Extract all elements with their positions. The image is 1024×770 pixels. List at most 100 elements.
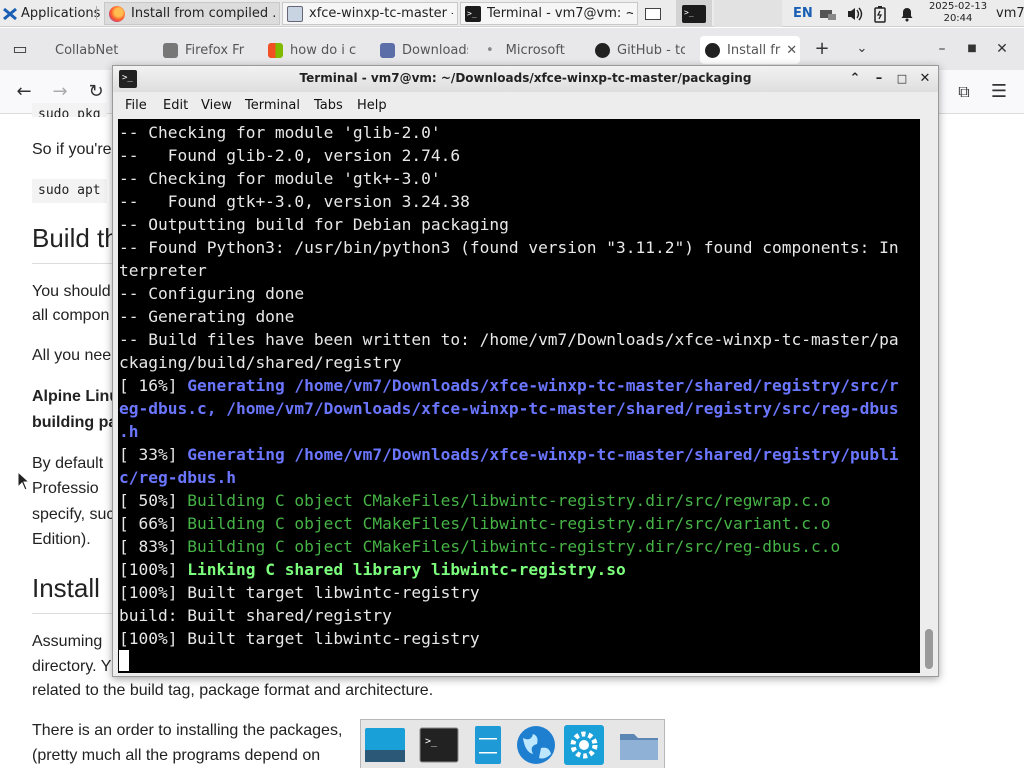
browser-tab-collabnet[interactable]: CollabNet <box>55 36 150 64</box>
terminal-output[interactable]: -- Checking for module 'glib-2.0' -- Foun… <box>118 119 920 673</box>
terminal-text-segment: Building C object CMakeFiles/libwintc-re… <box>187 514 831 533</box>
web-browser-globe-icon[interactable] <box>515 724 557 766</box>
terminal-text-segment: ckaging/build/shared/registry <box>119 353 402 372</box>
applications-menu[interactable]: Applications <box>2 0 100 27</box>
minimize-button[interactable]: – <box>930 37 954 61</box>
mouse-pointer-icon <box>17 470 31 496</box>
paragraph: You should <box>32 283 111 300</box>
terminal-line: [100%] Built target libwintc-registry <box>119 581 899 604</box>
code-snippet: sudo pkg <box>32 103 107 117</box>
forward-arrow-icon[interactable]: → <box>48 80 72 104</box>
xfce-mouse-icon <box>3 7 17 20</box>
applications-label: Applications <box>21 6 101 21</box>
tab-list-chevron-down-icon[interactable]: ⌄ <box>850 37 874 61</box>
browser-tab-howdoi[interactable]: how do i c <box>268 36 358 64</box>
menu-help[interactable]: Help <box>357 98 387 113</box>
terminal-text-segment: [100%] <box>119 560 188 579</box>
workspace-1[interactable] <box>645 0 665 27</box>
terminal-text-segment: [100%] Built target libwintc-registry <box>119 583 480 602</box>
terminal-titlebar[interactable]: Terminal - vm7@vm: ~/Downloads/xfce-winx… <box>113 66 938 92</box>
taskbar-item-folder[interactable]: xfce-winxp-tc-master -... <box>282 2 458 25</box>
close-button[interactable]: ✕ <box>916 70 934 88</box>
firefox-icon <box>109 5 125 22</box>
hamburger-menu-icon[interactable]: ☰ <box>987 80 1011 104</box>
terminal-text-segment: -- Found Python3: /usr/bin/python3 (foun… <box>119 238 899 257</box>
clock[interactable]: 2025-02-13 20:44 <box>928 1 988 25</box>
extensions-icon[interactable]: ⧉ <box>952 80 976 104</box>
show-desktop-icon[interactable] <box>364 724 406 766</box>
terminal-line: -- Generating done <box>119 305 899 328</box>
menu-view[interactable]: View <box>201 98 232 113</box>
maximize-button[interactable]: □ <box>893 70 911 88</box>
new-tab-button[interactable]: + <box>810 37 834 61</box>
minimize-button[interactable]: – <box>870 70 888 88</box>
menu-terminal[interactable]: Terminal <box>245 98 300 113</box>
tab-overview-icon[interactable]: ▭ <box>8 37 32 61</box>
text-cursor <box>119 650 129 671</box>
page-favicon <box>163 42 178 58</box>
terminal-line: c/reg-dbus.h <box>119 466 899 489</box>
shade-button[interactable]: ⌃ <box>846 70 864 88</box>
workspace-icon <box>645 7 661 20</box>
terminal-line: -- Found glib-2.0, version 2.74.6 <box>119 144 899 167</box>
page-favicon <box>268 42 283 58</box>
terminal-line: -- Configuring done <box>119 282 899 305</box>
terminal-line: [100%] Linking C shared library libwintc… <box>119 558 899 581</box>
taskbar-item-terminal[interactable]: Terminal - vm7@vm: ~... <box>460 2 638 25</box>
menu-file[interactable]: File <box>125 98 147 113</box>
settings-gear-icon[interactable] <box>563 724 605 766</box>
network-icon[interactable] <box>818 0 838 27</box>
terminal-text-segment: -- Configuring done <box>119 284 305 303</box>
divider <box>32 263 112 264</box>
paragraph: directory. Y <box>32 658 112 675</box>
menu-tabs[interactable]: Tabs <box>314 98 343 113</box>
terminal-menubar: File Edit View Terminal Tabs Help <box>113 93 938 118</box>
terminal-text-segment: c/reg-dbus.h <box>119 468 236 487</box>
terminal-text-segment: -- Build files have been written to: /ho… <box>119 330 899 349</box>
code-snippet: sudo apt <box>32 179 107 203</box>
browser-tab-firefox[interactable]: Firefox Fr <box>163 36 248 64</box>
browser-tab-github[interactable]: GitHub - tc <box>595 36 685 64</box>
workspace-2[interactable] <box>676 0 712 27</box>
terminal-text-segment: [ 33%] <box>119 445 188 464</box>
browser-tab-downloads[interactable]: Downloads <box>380 36 468 64</box>
terminal-line: [ 50%] Building C object CMakeFiles/libw… <box>119 489 899 512</box>
maximize-button[interactable]: ■ <box>960 37 984 61</box>
menu-edit[interactable]: Edit <box>163 98 188 113</box>
github-icon <box>705 42 720 58</box>
keyboard-layout-indicator[interactable]: EN <box>793 0 813 27</box>
separator <box>96 6 100 20</box>
clock-time: 20:44 <box>943 13 973 24</box>
terminal-text-segment: Linking C shared library libwintc-regist… <box>187 560 626 579</box>
browser-tab-microsoft[interactable]: • Microsoft <box>486 36 576 64</box>
terminal-text-segment: -- Found glib-2.0, version 2.74.6 <box>119 146 461 165</box>
terminal-line: [ 33%] Generating /home/vm7/Downloads/xf… <box>119 443 899 466</box>
reload-icon[interactable]: ↻ <box>84 80 108 104</box>
terminal-window[interactable]: Terminal - vm7@vm: ~/Downloads/xfce-winx… <box>112 65 939 677</box>
workspace-3[interactable] <box>714 0 782 27</box>
divider <box>32 613 112 614</box>
close-icon[interactable]: ✕ <box>786 43 797 58</box>
folder-icon[interactable] <box>618 724 660 766</box>
terminal-text-segment: [ 66%] <box>119 514 188 533</box>
scrollbar-thumb[interactable] <box>925 629 933 669</box>
user-menu[interactable]: vm7 <box>996 0 1024 27</box>
notification-bell-icon[interactable] <box>899 0 915 27</box>
heading-build: Build th <box>32 223 119 253</box>
browser-tab-install[interactable]: Install fr ✕ <box>700 36 800 64</box>
terminal-line: [ 83%] Building C object CMakeFiles/libw… <box>119 535 899 558</box>
page-favicon <box>380 42 395 58</box>
file-cabinet-icon[interactable] <box>467 724 509 766</box>
battery-icon[interactable] <box>873 0 887 27</box>
terminal-line: .h <box>119 420 899 443</box>
volume-icon[interactable] <box>846 0 864 27</box>
terminal-line: [100%] Built target libwintc-registry <box>119 627 899 650</box>
back-arrow-icon[interactable]: ← <box>12 80 36 104</box>
paragraph: By default <box>32 455 104 472</box>
taskbar-item-firefox[interactable]: Install from compiled ... <box>104 2 280 25</box>
terminal-scrollbar[interactable] <box>922 119 936 673</box>
terminal-launcher-icon[interactable]: >_ <box>418 724 460 766</box>
paragraph: related to the build tag, package format… <box>32 682 434 699</box>
close-window-button[interactable]: ✕ <box>990 37 1014 61</box>
terminal-text-segment: build: Built shared/registry <box>119 606 392 625</box>
